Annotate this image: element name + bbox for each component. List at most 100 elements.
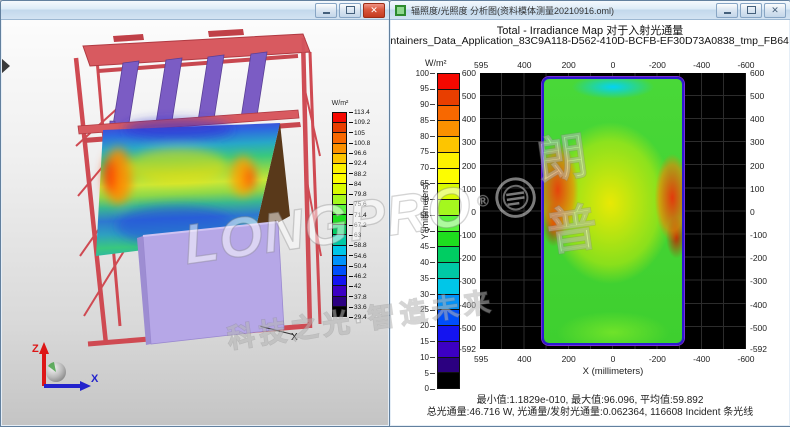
colorband: [333, 143, 346, 153]
colorbar-tick-label: 54.6: [349, 253, 370, 260]
y-tick-label: -592: [459, 344, 476, 354]
y-tick-label: 100: [462, 184, 476, 194]
x-tick-label: -600: [737, 354, 754, 364]
colorband: [333, 132, 346, 142]
colorbar-tick-label: 20: [401, 321, 435, 330]
y-tick-label: 600: [750, 68, 764, 78]
y-tick-label: -100: [750, 230, 767, 240]
close-button[interactable]: ✕: [764, 3, 786, 18]
maximize-button[interactable]: [339, 3, 361, 18]
colorbar-tick-label: 5: [401, 369, 435, 378]
y-tick-label: -200: [750, 253, 767, 263]
restore-button[interactable]: [740, 3, 762, 18]
colorbar-tick-label: 85: [401, 116, 435, 125]
left-colorbar-unit: W/m²: [326, 100, 354, 107]
colorbar-tick-label: 42: [349, 283, 370, 290]
colorband: [333, 113, 346, 122]
colorbar-tick-label: 46.2: [349, 273, 370, 280]
right-colorbar-unit: W/m²: [425, 58, 447, 68]
x-tick-label: 400: [517, 60, 531, 70]
colorband: [333, 153, 346, 163]
z-axis-label: Z: [32, 343, 39, 355]
y-tick-label: 400: [462, 114, 476, 124]
colorbar-tick-label: 105: [349, 130, 370, 137]
colorbar-tick-label: 95: [401, 84, 435, 93]
y-tick-label: 200: [462, 161, 476, 171]
y-axis-ticks-right: 6005004003002001000-100-200-300-400-500-…: [748, 73, 778, 349]
x-tick-label: 200: [562, 354, 576, 364]
y-tick-label: -300: [459, 276, 476, 286]
colorband: [333, 275, 346, 285]
y-tick-label: 600: [462, 68, 476, 78]
colorbar-tick-label: 84: [349, 181, 370, 188]
y-tick-label: 200: [750, 161, 764, 171]
model-window-titlebar[interactable]: ✕: [1, 1, 389, 20]
map-window-titlebar[interactable]: 辐照度/光照度 分析图(资料模体测量20210916.oml) ✕: [390, 1, 790, 20]
colorbar-tick-label: 80: [401, 132, 435, 141]
colorbar-tick-label: 58.8: [349, 242, 370, 249]
y-tick-label: 300: [462, 137, 476, 147]
close-icon: ✕: [370, 6, 378, 15]
colorband: [333, 224, 346, 234]
x-axis-label: X: [91, 373, 99, 385]
close-button[interactable]: ✕: [363, 3, 385, 18]
x-tick-label: -400: [693, 354, 710, 364]
minimize-icon: [724, 12, 731, 14]
irradiance-plot-area[interactable]: [480, 73, 746, 349]
colorbar-tick-label: 37.8: [349, 294, 370, 301]
colorbar-tick-label: 35: [401, 274, 435, 283]
y-tick-label: -200: [459, 253, 476, 263]
colorbar-tick-label: 63: [349, 232, 370, 239]
colorband: [333, 163, 346, 173]
restore-icon: [747, 6, 756, 14]
colorband: [333, 265, 346, 275]
3d-model: [58, 26, 335, 376]
colorband: [438, 357, 459, 373]
y-tick-label: -500: [459, 323, 476, 333]
minimize-icon: [323, 12, 330, 14]
stats-line-2: 总光通量:46.716 W, 光通量/发射光通量:0.062364, 11660…: [391, 403, 789, 418]
colorbar-tick-label: 71.4: [349, 212, 370, 219]
x-tick-label: -400: [693, 60, 710, 70]
y-tick-label: 500: [462, 91, 476, 101]
3d-viewport[interactable]: W/m² 113.4109.2105100.896.692.488.28479.…: [2, 20, 388, 425]
minimize-button[interactable]: [315, 3, 337, 18]
colorband: [333, 183, 346, 193]
y-tick-label: -400: [750, 300, 767, 310]
y-tick-label: -592: [750, 344, 767, 354]
colorbar-tick-label: 29.4: [349, 314, 370, 321]
y-tick-label: 500: [750, 91, 764, 101]
colorband: [333, 306, 346, 316]
model-view-window: ✕: [0, 0, 390, 427]
colorbar-tick-label: 75.6: [349, 201, 370, 208]
colorbar-tick-label: 33.6: [349, 304, 370, 311]
map-subheading: Containers_Data_Application_83C9A118-D56…: [391, 35, 789, 47]
colorband: [333, 296, 346, 306]
colorbar-tick-label: 30: [401, 290, 435, 299]
colorbar-tick-label: 25: [401, 305, 435, 314]
y-tick-label: 0: [471, 207, 476, 217]
left-colorbar-labels: 113.4109.2105100.896.692.488.28479.875.6…: [349, 109, 370, 321]
window-icon: [395, 5, 406, 16]
y-tick-label: -400: [459, 300, 476, 310]
y-tick-label: 300: [750, 137, 764, 147]
colorbar-tick-label: 96.6: [349, 150, 370, 157]
frame-top-rim: [83, 29, 310, 71]
y-axis-ticks-left: 6005004003002001000-100-200-300-400-500-…: [451, 73, 478, 349]
colorband: [438, 372, 459, 388]
colorbar-tick-label: 113.4: [349, 109, 370, 116]
irradiance-data-region: [542, 77, 684, 345]
maximize-icon: [346, 6, 355, 14]
map-panel: Total - Irradiance Map 对于入射光通量 Container…: [391, 20, 789, 425]
colorband: [333, 204, 346, 214]
colorbar-tick-label: 79.8: [349, 191, 370, 198]
x-tick-label: 400: [517, 354, 531, 364]
colorbar-tick-label: 67.2: [349, 222, 370, 229]
minimize-button[interactable]: [716, 3, 738, 18]
colorband: [333, 245, 346, 255]
colorbar-tick-label: 10: [401, 353, 435, 362]
left-colorbar: [332, 112, 347, 317]
x-tick-label: 595: [474, 354, 488, 364]
x-axis-title: X (millimeters): [480, 366, 746, 377]
colorband: [333, 173, 346, 183]
